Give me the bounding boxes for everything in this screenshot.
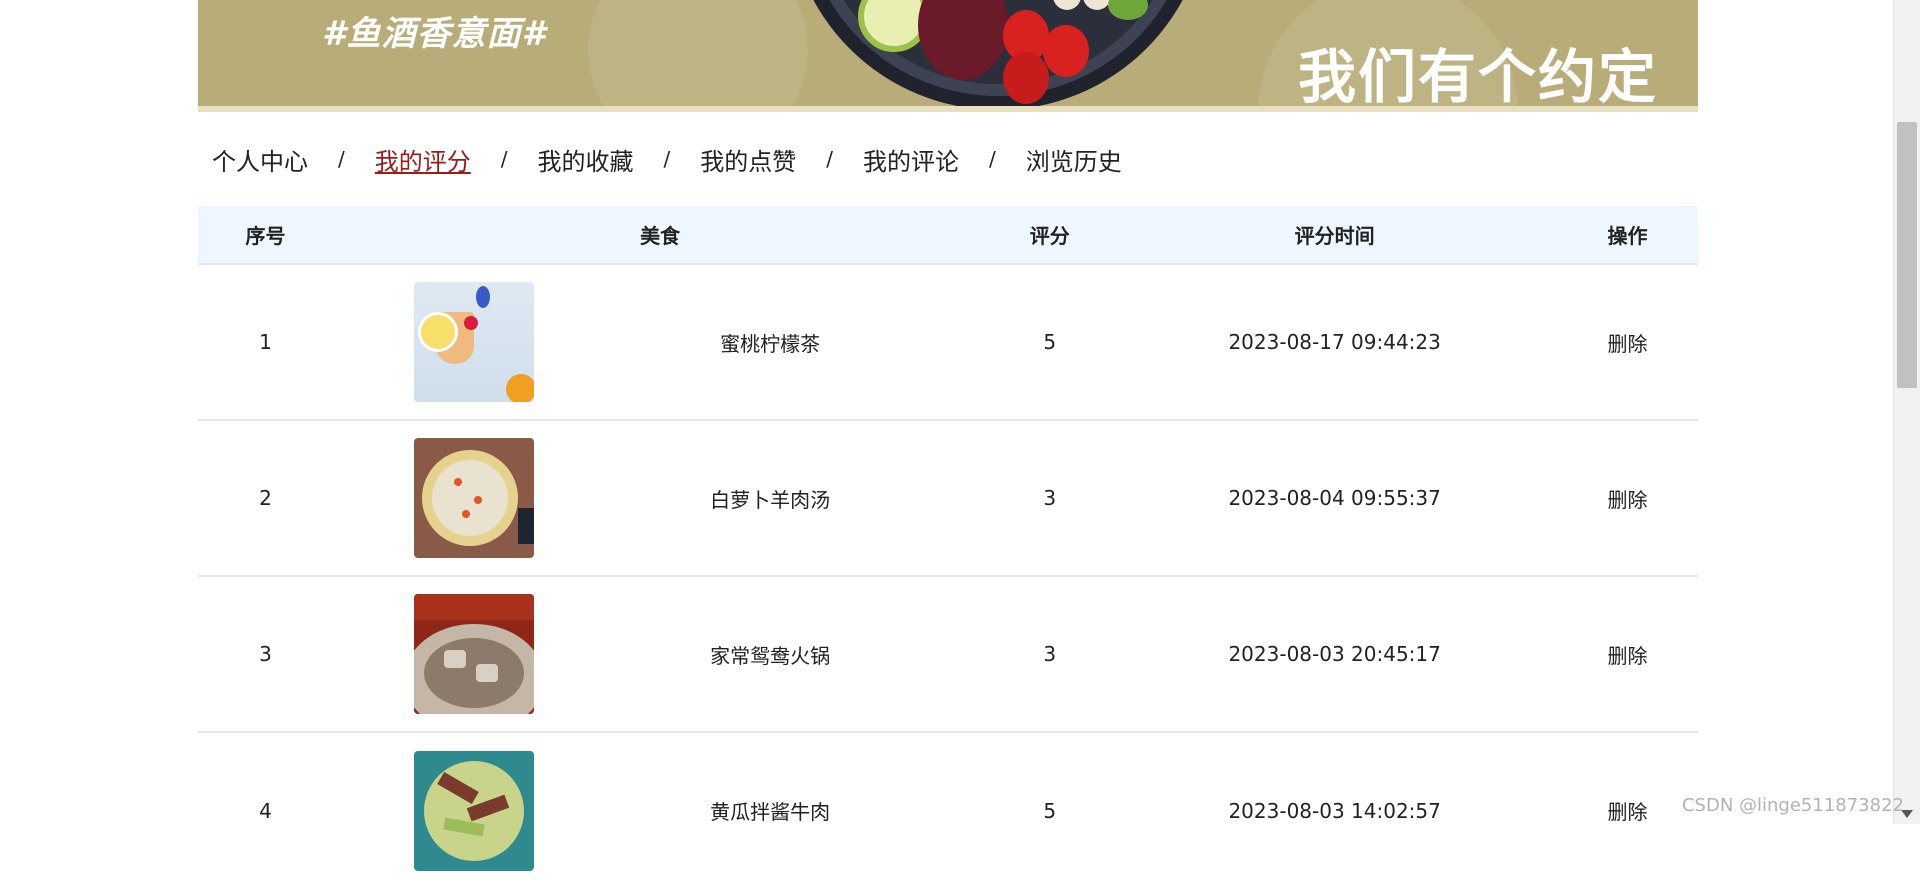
delete-button[interactable]: 删除 — [1608, 800, 1648, 824]
row-time: 2023-08-03 20:45:17 — [1228, 642, 1441, 666]
food-name[interactable]: 蜜桃柠檬茶 — [534, 328, 986, 357]
banner-hashtag: #鱼酒香意面# — [322, 14, 547, 54]
banner-decoration — [588, 0, 808, 106]
row-food: 家常鸳鸯火锅 — [333, 576, 987, 732]
table-row: 3 家常鸳鸯火锅 3 2023-08-03 20:45:17 删除 — [198, 576, 1698, 732]
row-score: 3 — [1043, 486, 1057, 510]
row-action: 删除 — [1557, 576, 1698, 732]
page-container: #鱼酒香意面# 我们有个约定 个人中心 / 我的评分 / 我的收藏 / 我的点赞… — [198, 0, 1698, 888]
row-food: 蜜桃柠檬茶 — [333, 264, 987, 420]
header-time: 评分时间 — [1294, 224, 1375, 248]
tab-my-comments[interactable]: 我的评论 — [863, 142, 959, 177]
hero-banner: #鱼酒香意面# 我们有个约定 — [198, 0, 1698, 112]
header-food: 美食 — [640, 224, 681, 248]
row-time: 2023-08-04 09:55:37 — [1228, 486, 1441, 510]
row-action: 删除 — [1557, 732, 1698, 888]
page-scrollbar[interactable] — [1893, 0, 1920, 824]
table-row: 1 蜜桃柠檬茶 5 2023-08-17 09:44:23 删除 — [198, 264, 1698, 420]
breadcrumb-separator: / — [826, 147, 833, 171]
food-thumbnail[interactable] — [413, 750, 534, 871]
profile-tabs-breadcrumb: 个人中心 / 我的评分 / 我的收藏 / 我的点赞 / 我的评论 / 浏览历史 — [198, 112, 1698, 206]
mushroom-icon — [1053, 0, 1081, 10]
tab-my-ratings[interactable]: 我的评分 — [375, 142, 471, 177]
breadcrumb-separator: / — [663, 147, 671, 171]
greens-icon — [1108, 0, 1148, 20]
row-action: 删除 — [1557, 420, 1698, 576]
row-index: 4 — [259, 798, 272, 823]
tab-my-likes[interactable]: 我的点赞 — [700, 142, 796, 177]
food-thumbnail[interactable] — [413, 282, 534, 402]
row-index: 1 — [259, 330, 272, 354]
beans-icon — [918, 0, 1008, 80]
tomato-icon — [1043, 25, 1089, 77]
food-thumbnail[interactable] — [413, 594, 534, 714]
food-name[interactable]: 白萝卜羊肉汤 — [534, 484, 986, 513]
delete-button[interactable]: 删除 — [1608, 644, 1648, 668]
row-food: 白萝卜羊肉汤 — [333, 420, 987, 576]
food-name[interactable]: 黄瓜拌酱牛肉 — [534, 796, 986, 825]
food-name[interactable]: 家常鸳鸯火锅 — [534, 640, 986, 669]
food-plate-image — [788, 0, 1208, 106]
row-index: 3 — [259, 642, 272, 666]
ratings-table: 序号 美食 评分 评分时间 操作 1 蜜桃柠檬茶 5 2023-08-17 09… — [198, 206, 1698, 888]
mushroom-icon — [1083, 0, 1111, 10]
delete-button[interactable]: 删除 — [1608, 488, 1648, 512]
breadcrumb-separator: / — [989, 147, 996, 171]
row-score: 5 — [1043, 330, 1057, 354]
row-score: 5 — [1043, 798, 1057, 823]
tab-browse-history[interactable]: 浏览历史 — [1026, 142, 1122, 177]
tab-my-favorites[interactable]: 我的收藏 — [538, 142, 634, 177]
header-index: 序号 — [245, 224, 286, 248]
food-thumbnail[interactable] — [413, 438, 534, 558]
banner-slogan: 我们有个约定 — [1297, 43, 1658, 111]
row-time: 2023-08-03 14:02:57 — [1228, 798, 1441, 823]
row-score: 3 — [1043, 642, 1057, 666]
row-index: 2 — [259, 486, 272, 510]
watermark: CSDN @linge511873822 — [1681, 795, 1904, 816]
header-score: 评分 — [1029, 224, 1070, 248]
breadcrumb-separator: / — [500, 147, 508, 171]
row-time: 2023-08-17 09:44:23 — [1228, 330, 1441, 354]
table-row: 4 黄瓜拌酱牛肉 5 2023-08-03 14:02:57 删除 — [198, 732, 1698, 888]
tab-personal-center[interactable]: 个人中心 — [212, 142, 308, 177]
header-action: 操作 — [1607, 224, 1648, 248]
row-action: 删除 — [1557, 264, 1698, 420]
row-food: 黄瓜拌酱牛肉 — [333, 732, 987, 888]
table-row: 2 白萝卜羊肉汤 3 2023-08-04 09:55:37 删除 — [198, 420, 1698, 576]
table-header-row: 序号 美食 评分 评分时间 操作 — [198, 206, 1698, 264]
delete-button[interactable]: 删除 — [1608, 332, 1648, 356]
tomato-icon — [1003, 52, 1049, 104]
scrollbar-thumb[interactable] — [1897, 122, 1917, 388]
breadcrumb-separator: / — [338, 147, 345, 171]
